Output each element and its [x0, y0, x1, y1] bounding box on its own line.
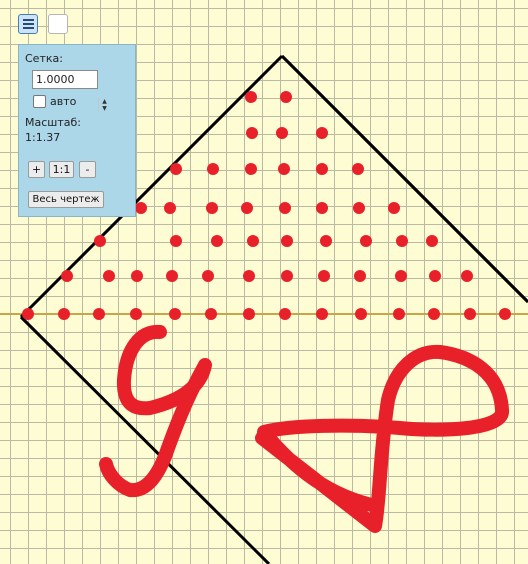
auto-label: авто — [50, 95, 77, 108]
grid-point — [388, 202, 400, 214]
grid-point — [461, 270, 473, 282]
scale-label: Масштаб: — [25, 116, 81, 129]
grid-label: Сетка: — [25, 52, 63, 65]
grid-point — [316, 127, 328, 139]
grid-point — [360, 235, 372, 247]
grid-point — [243, 308, 255, 320]
grid-point — [170, 235, 182, 247]
fit-drawing-button[interactable]: Весь чертеж — [28, 191, 104, 208]
grid-step-input[interactable]: 1.0000 ▲ ▼ — [32, 70, 107, 113]
grid-point — [279, 308, 291, 320]
grid-point — [202, 270, 214, 282]
grid-point — [464, 308, 476, 320]
hamburger-icon[interactable] — [18, 14, 38, 34]
grid-point — [426, 235, 438, 247]
zoom-reset-button[interactable]: 1:1 — [49, 161, 74, 178]
grid-point — [352, 163, 364, 175]
grid-point — [245, 91, 257, 103]
grid-point — [164, 202, 176, 214]
grid-point — [279, 202, 291, 214]
grid-point — [316, 202, 328, 214]
grid-point — [22, 308, 34, 320]
grid-point — [316, 163, 328, 175]
grid-point — [166, 270, 178, 282]
grid-point — [245, 163, 257, 175]
grid-point — [103, 270, 115, 282]
grid-point — [243, 270, 255, 282]
grid-point — [207, 163, 219, 175]
grid-point — [241, 202, 253, 214]
grid-point — [395, 270, 407, 282]
grid-point — [316, 308, 328, 320]
grid-point — [169, 308, 181, 320]
grid-step-value: 1.0000 — [36, 73, 75, 86]
grid-point — [396, 235, 408, 247]
grid-point — [131, 270, 143, 282]
scale-value: 1:1.37 — [25, 131, 61, 144]
grid-point — [354, 270, 366, 282]
grid-point — [93, 308, 105, 320]
grid-point — [429, 270, 441, 282]
grid-point — [130, 308, 142, 320]
grid-point — [276, 127, 288, 139]
grid-point — [247, 235, 259, 247]
grid-point — [393, 308, 405, 320]
grid-point — [205, 308, 217, 320]
grid-point — [428, 308, 440, 320]
grid-point — [320, 235, 332, 247]
grid-point — [281, 270, 293, 282]
grid-point — [58, 308, 70, 320]
grid-point — [318, 270, 330, 282]
grid-point — [499, 308, 511, 320]
zoom-out-button[interactable]: - — [79, 161, 96, 178]
auto-checkbox[interactable] — [33, 95, 46, 108]
grid-point — [353, 202, 365, 214]
scribble-shape — [255, 344, 509, 533]
grid-point — [355, 308, 367, 320]
grid-point — [278, 163, 290, 175]
blank-square-icon[interactable] — [48, 14, 68, 34]
grid-point — [170, 163, 182, 175]
grid-point — [280, 91, 292, 103]
scribble-nine — [99, 324, 212, 498]
grid-point — [94, 235, 106, 247]
grid-point — [135, 202, 147, 214]
grid-point — [206, 202, 218, 214]
grid-point — [211, 235, 223, 247]
settings-panel: Сетка: 1.0000 ▲ ▼ авто Масштаб: 1:1.37 + … — [18, 44, 136, 217]
spinner-icon[interactable]: ▲ ▼ — [98, 98, 110, 113]
grid-point — [61, 270, 73, 282]
diamond-edge-right — [280, 54, 528, 304]
grid-point — [246, 127, 258, 139]
grid-point — [281, 235, 293, 247]
zoom-in-button[interactable]: + — [28, 161, 45, 178]
